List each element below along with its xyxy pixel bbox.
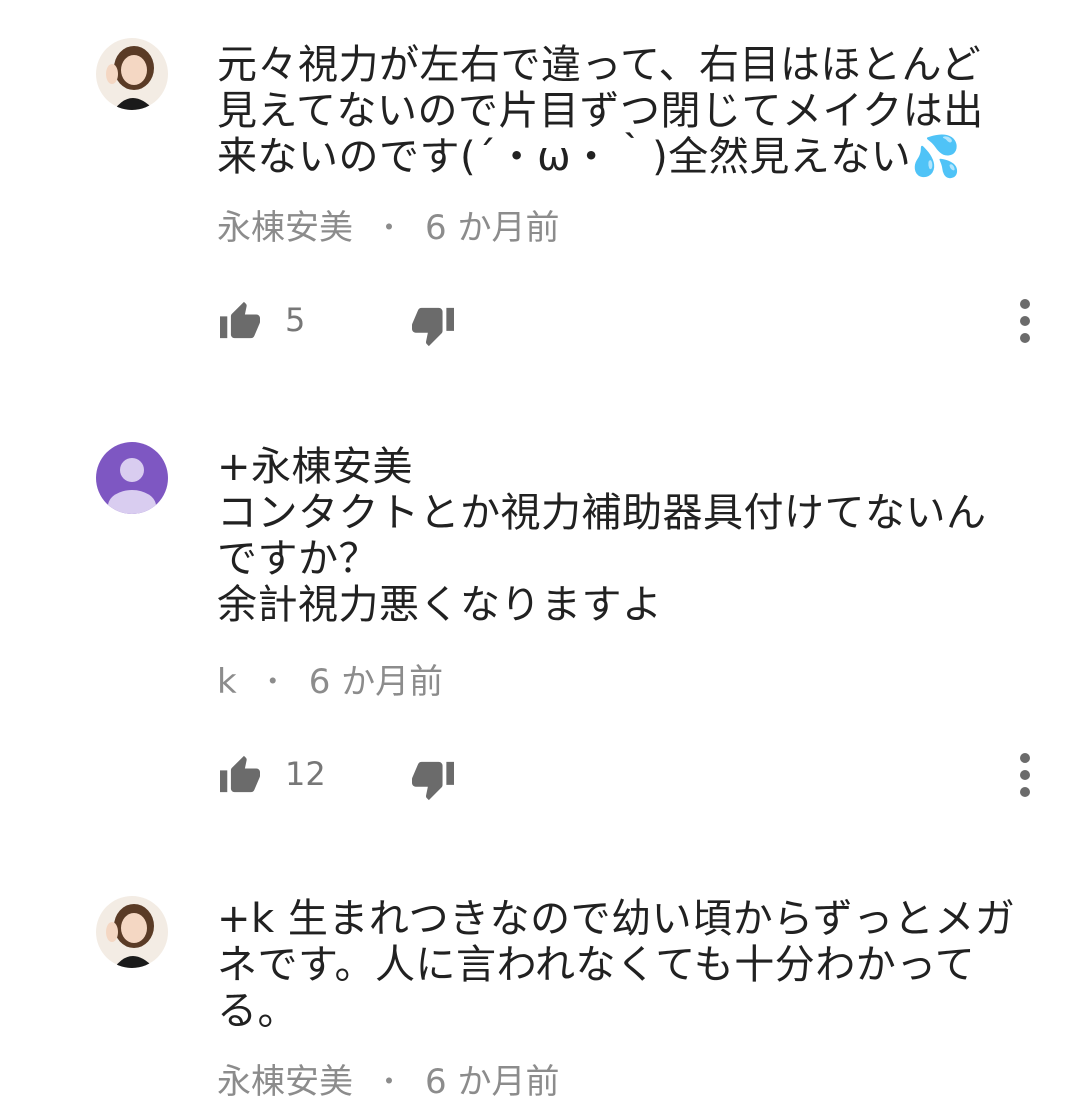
- comment-text: +永棟安美 コンタクトとか視力補助器具付けてないん ですか？ 余計視力悪くなりま…: [217, 444, 987, 628]
- user-photo-avatar-icon: [96, 896, 168, 968]
- thumb-down-icon[interactable]: [410, 760, 456, 802]
- comment-author[interactable]: k: [217, 662, 237, 702]
- meta-separator: ・: [375, 211, 404, 244]
- like-button[interactable]: 5: [217, 298, 305, 342]
- meta-separator: ・: [258, 665, 287, 698]
- comment-age: 6 か月前: [425, 1062, 560, 1102]
- like-button[interactable]: 12: [217, 752, 326, 796]
- comment-author[interactable]: 永棟安美: [217, 1062, 353, 1102]
- comment-age: 6 か月前: [308, 662, 444, 702]
- comment-actions: 12: [217, 746, 1047, 802]
- comment-actions: 5: [217, 292, 1047, 348]
- comment-meta: k ・ 6 か月前: [217, 662, 443, 702]
- thumb-up-icon: [220, 301, 260, 339]
- comment-meta: 永棟安美・ 6 か月前: [217, 208, 559, 248]
- avatar[interactable]: [96, 896, 168, 968]
- comment-text: +k 生まれつきなので幼い頃からずっとメガ ネです。人に言われなくても十分わかっ…: [217, 896, 1016, 1034]
- comment-text: 元々視力が左右で違って、右目はほとんど 見えてないので片目ずつ閉じてメイクは出 …: [217, 42, 984, 180]
- thumb-up-icon: [220, 755, 260, 793]
- comment-author[interactable]: 永棟安美: [217, 208, 353, 248]
- meta-separator: ・: [375, 1065, 404, 1098]
- like-count: 12: [285, 755, 326, 793]
- avatar[interactable]: [96, 442, 168, 514]
- comment-meta: 永棟安美・ 6 か月前: [217, 1062, 559, 1102]
- like-count: 5: [285, 301, 306, 339]
- more-vert-icon[interactable]: [1013, 292, 1037, 348]
- comment-age: 6 か月前: [425, 208, 560, 248]
- user-photo-avatar-icon: [96, 38, 168, 110]
- default-user-avatar-icon: [96, 442, 168, 514]
- more-vert-icon[interactable]: [1013, 746, 1037, 802]
- thumb-down-icon[interactable]: [410, 306, 456, 348]
- avatar[interactable]: [96, 38, 168, 110]
